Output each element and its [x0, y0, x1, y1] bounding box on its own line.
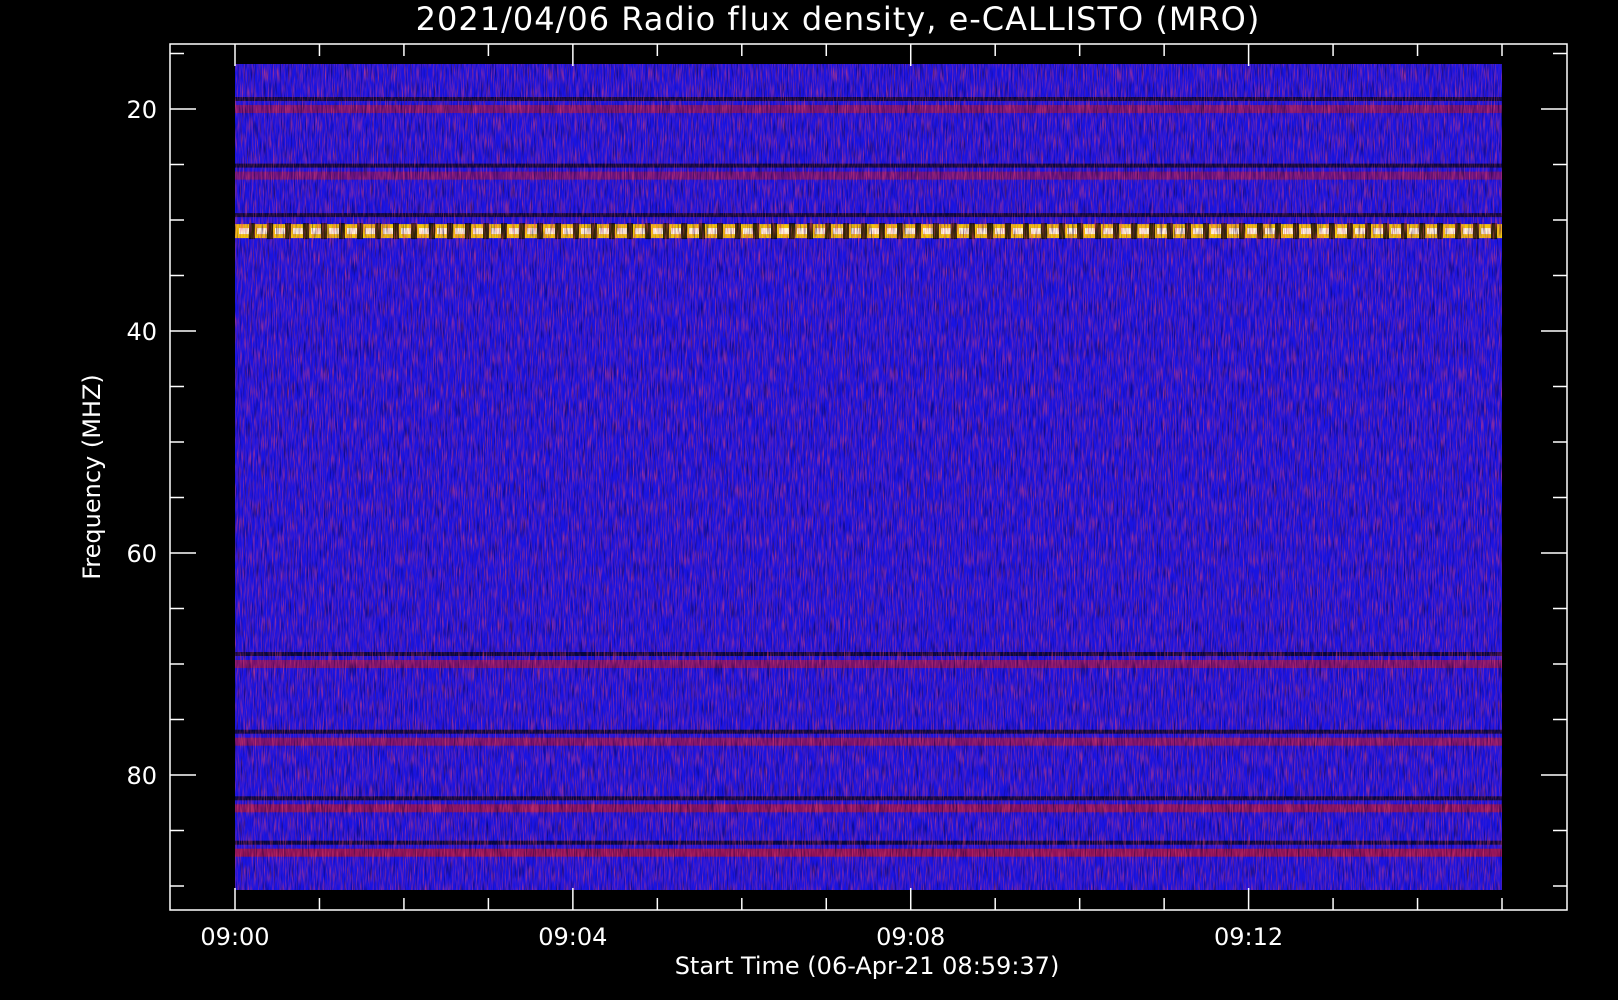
x-tick-label: 09:12 [1214, 923, 1283, 951]
spectrogram-noise-dark [235, 64, 1502, 890]
y-axis-label: Frequency (MHZ) [78, 374, 106, 580]
x-tick-label: 09:00 [200, 923, 269, 951]
spectrogram-image [235, 64, 1502, 890]
spectrogram-chart: 2021/04/06 Radio flux density, e-CALLIST… [78, 0, 1568, 980]
y-tick-label: 60 [126, 540, 157, 568]
x-tick-label: 09:08 [876, 923, 945, 951]
y-tick-label: 80 [126, 762, 157, 790]
y-tick-label: 40 [126, 318, 157, 346]
x-axis-label: Start Time (06-Apr-21 08:59:37) [675, 952, 1060, 980]
chart-title: 2021/04/06 Radio flux density, e-CALLIST… [416, 0, 1261, 38]
x-tick-label: 09:04 [538, 923, 607, 951]
y-tick-label: 20 [126, 96, 157, 124]
